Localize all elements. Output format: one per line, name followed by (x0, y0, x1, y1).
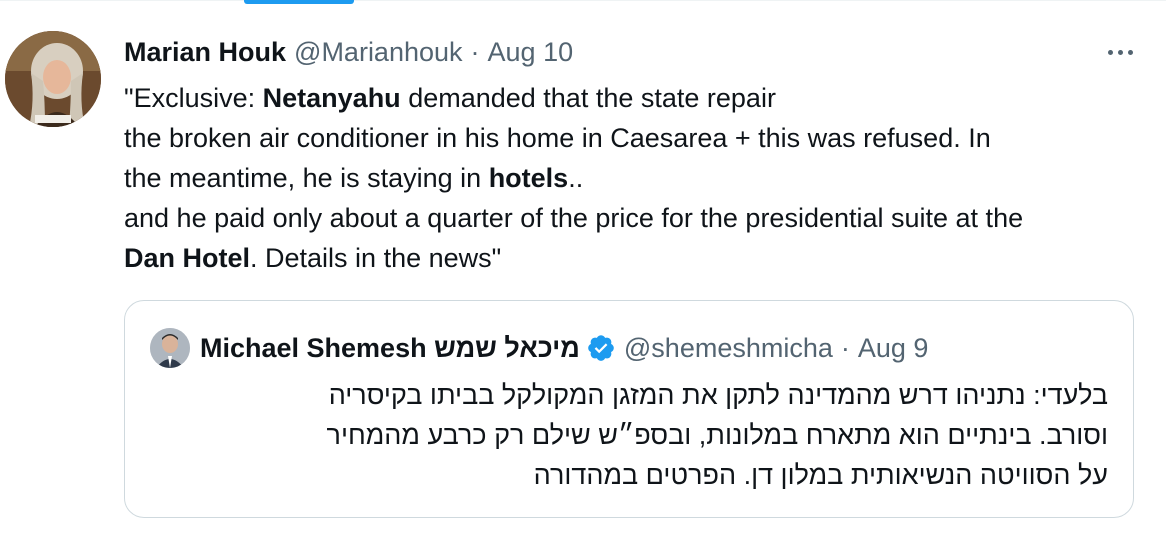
quoted-author-avatar (150, 328, 190, 368)
text-segment: and he paid only about a quarter of the … (124, 203, 1024, 233)
quoted-tweet-header: Michael Shemesh מיכאל שמש @shemeshmicha … (150, 328, 928, 368)
tweet-text-line: and he paid only about a quarter of the … (124, 198, 1144, 238)
tweet-header: Marian Houk @Marianhouk · Aug 10 (124, 34, 1144, 70)
text-segment: .. (568, 163, 584, 193)
quoted-avatar-image (150, 328, 190, 368)
active-tab-indicator (244, 0, 354, 4)
quoted-tweet-card[interactable]: Michael Shemesh מיכאל שמש @shemeshmicha … (124, 300, 1134, 518)
quoted-text-line: בלעדי: נתניהו דרש מהמדינה לתקן את המזגן … (328, 380, 1108, 410)
tweet-text: "Exclusive: Netanyahu demanded that the … (124, 78, 1144, 278)
bold-text-segment: Dan Hotel (124, 243, 251, 273)
quoted-header-separator: · (840, 332, 850, 363)
text-segment: "Exclusive: (124, 83, 263, 113)
quoted-author-name[interactable]: Michael Shemesh מיכאל שמש (200, 333, 580, 364)
tweet-text-line: Dan Hotel. Details in the news" (124, 238, 1144, 278)
quoted-tweet-text: בלעדי: נתניהו דרש מהמדינה לתקן את המזגן … (148, 375, 1108, 495)
text-segment: demanded that the state repair (400, 83, 776, 113)
quoted-text-line: על הסוויטה הנשיאותית במלון דן. הפרטים במ… (533, 460, 1108, 490)
bold-text-segment: Netanyahu (262, 83, 401, 113)
tweet-date[interactable]: Aug 10 (488, 37, 574, 68)
verified-badge-icon (586, 333, 616, 363)
more-horizontal-icon[interactable] (1100, 40, 1140, 64)
quoted-tweet-date[interactable]: Aug 9 (858, 333, 929, 364)
quoted-author-handle[interactable]: @shemeshmicha (624, 333, 833, 364)
bold-text-segment: hotels (488, 163, 569, 193)
avatar-image (5, 31, 101, 127)
text-segment: the broken air conditioner in his home i… (124, 123, 991, 153)
author-handle[interactable]: @Marianhouk (294, 37, 463, 68)
header-separator: · (470, 36, 480, 67)
tweet[interactable]: Marian Houk @Marianhouk · Aug 10 "Exclus… (124, 34, 1144, 278)
top-divider (0, 0, 1166, 1)
tweet-text-line: "Exclusive: Netanyahu demanded that the … (124, 78, 1144, 118)
text-segment: the meantime, he is staying in (124, 163, 489, 193)
text-segment: . Details in the news" (250, 243, 502, 273)
quoted-text-line: וסורב. בינתיים הוא מתארח במלונות, ובספ״ש… (326, 420, 1108, 450)
tweet-text-line: the broken air conditioner in his home i… (124, 118, 1144, 158)
tweet-text-line: the meantime, he is staying in hotels.. (124, 158, 1144, 198)
author-name[interactable]: Marian Houk (124, 37, 286, 68)
avatar[interactable] (5, 31, 101, 127)
